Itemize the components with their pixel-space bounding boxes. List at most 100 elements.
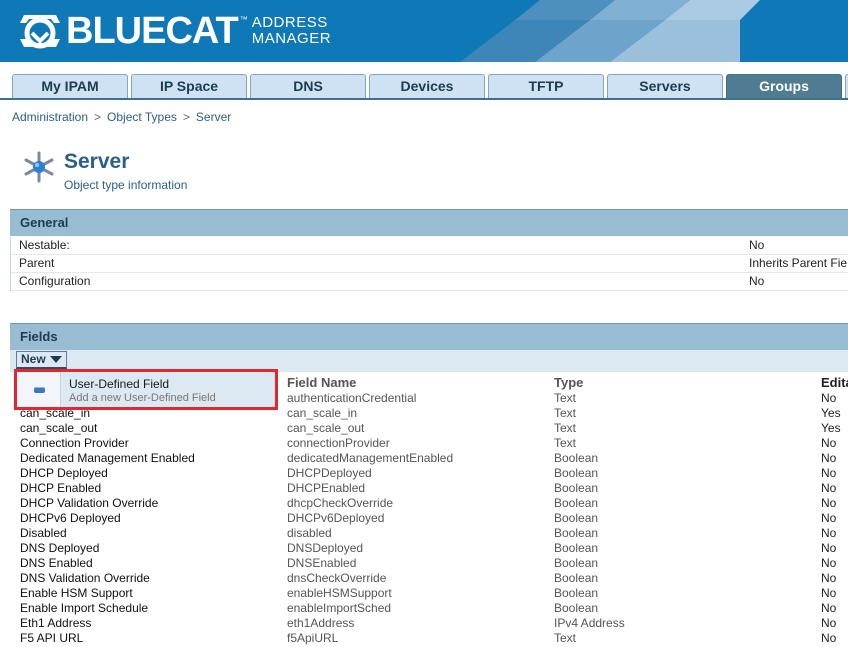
breadcrumb-server[interactable]: Server: [196, 110, 231, 124]
brand-name: BLUECAT: [66, 10, 239, 52]
table-row[interactable]: Disabled disabled Boolean No: [10, 526, 848, 541]
general-row: Nestable: No: [11, 237, 848, 255]
breadcrumb-administration[interactable]: Administration: [12, 110, 88, 124]
field-display-name: Enable Import Schedule: [20, 601, 149, 615]
field-name: can_scale_in: [287, 406, 358, 420]
general-key: Parent: [19, 256, 55, 270]
general-row: Configuration No: [11, 273, 848, 291]
field-editable: No: [821, 451, 837, 465]
menu-item-user-defined-field[interactable]: User-Defined Field Add a new User-Define…: [17, 372, 275, 407]
field-display-name: DHCPv6 Deployed: [20, 511, 121, 525]
field-display-name: Dedicated Management Enabled: [20, 451, 195, 465]
field-name: DHCPv6Deployed: [287, 511, 385, 525]
breadcrumb-separator: >: [94, 110, 102, 124]
field-type: Boolean: [554, 481, 599, 495]
table-row[interactable]: DHCP Deployed DHCPDeployed Boolean No: [10, 466, 848, 481]
field-editable: Yes: [821, 406, 841, 420]
field-display-name: Eth1 Address: [20, 616, 92, 630]
field-name: enableHSMSupport: [287, 586, 392, 600]
fields-section-header: Fields: [10, 323, 848, 350]
product-name: ADDRESS MANAGER: [252, 15, 331, 47]
field-editable: No: [821, 586, 837, 600]
column-header-type[interactable]: Type: [554, 374, 583, 391]
table-row[interactable]: DHCP Enabled DHCPEnabled Boolean No: [10, 481, 848, 496]
table-row[interactable]: Enable Import Schedule enableImportSched B…: [10, 601, 848, 616]
tab-dns[interactable]: DNS: [250, 74, 366, 98]
field-display-name: Enable HSM Support: [20, 586, 133, 600]
field-type: Boolean: [554, 541, 599, 555]
product-line2: MANAGER: [251, 30, 332, 47]
tab-underline: [0, 98, 848, 100]
general-value: No: [749, 274, 765, 288]
field-editable: No: [821, 511, 837, 525]
field-type: Text: [554, 406, 577, 420]
fields-rows: authenticationCredential Text No can_scale_…: [10, 391, 848, 646]
menu-item-description: Add a new User-Defined Field: [69, 392, 216, 404]
field-editable: No: [821, 391, 837, 405]
table-row[interactable]: Dedicated Management Enabled dedicatedMan…: [10, 451, 848, 466]
field-display-name: DHCP Validation Override: [20, 496, 159, 510]
menu-icon-cell: [17, 372, 61, 407]
field-display-name: DHCP Deployed: [20, 466, 108, 480]
field-display-name: DNS Enabled: [20, 556, 93, 570]
field-type: Boolean: [554, 586, 599, 600]
field-name: dnsCheckOverride: [287, 571, 387, 585]
bluecat-logo[interactable]: BLUECAT ™ ADDRESS MANAGER: [18, 10, 331, 52]
app-header: BLUECAT ™ ADDRESS MANAGER: [0, 0, 848, 62]
field-editable: No: [821, 631, 837, 645]
table-row[interactable]: Eth1 Address eth1Address IPv4 Address No: [10, 616, 848, 631]
new-button[interactable]: New: [16, 351, 67, 369]
table-row[interactable]: F5 API URL f5ApiURL Text No: [10, 631, 848, 646]
field-type: Text: [554, 631, 577, 645]
field-type: IPv4 Address: [554, 616, 625, 630]
table-row[interactable]: DNS Enabled DNSEnabled Boolean No: [10, 556, 848, 571]
general-row: Parent Inherits Parent Fie: [11, 255, 848, 273]
field-display-name: Disabled: [20, 526, 67, 540]
table-row[interactable]: Enable HSM Support enableHSMSupport Boolea…: [10, 586, 848, 601]
field-display-name: Connection Provider: [20, 436, 129, 450]
field-editable: No: [821, 436, 837, 450]
field-type: Text: [554, 421, 577, 435]
field-display-name: DNS Deployed: [20, 541, 100, 555]
table-row[interactable]: DNS Validation Override dnsCheckOverride B…: [10, 571, 848, 586]
field-name: DNSDeployed: [287, 541, 364, 555]
general-table: Nestable: No Parent Inherits Parent Fie …: [10, 237, 848, 291]
column-header-editable[interactable]: Edita: [821, 374, 848, 391]
menu-item-label: User-Defined Field: [69, 377, 170, 391]
field-editable: No: [821, 526, 837, 540]
general-value: Inherits Parent Fie: [749, 256, 848, 270]
page-subtitle: Object type information: [64, 178, 188, 192]
tab-my-ipam[interactable]: My IPAM: [12, 74, 128, 98]
tab-devices[interactable]: Devices: [369, 74, 485, 98]
table-row[interactable]: can_scale_out can_scale_out Text Yes: [10, 421, 848, 436]
field-name: f5ApiURL: [287, 631, 339, 645]
field-name: connectionProvider: [287, 436, 390, 450]
tab-tftp[interactable]: TFTP: [488, 74, 604, 98]
field-type: Boolean: [554, 511, 599, 525]
table-row[interactable]: Connection Provider connectionProvider Tex…: [10, 436, 848, 451]
new-button-label: New: [21, 352, 46, 366]
tab-servers[interactable]: Servers: [607, 74, 723, 98]
field-type: Boolean: [554, 526, 599, 540]
tab-ip-space[interactable]: IP Space: [131, 74, 247, 98]
table-row[interactable]: DHCPv6 Deployed DHCPv6Deployed Boolean No: [10, 511, 848, 526]
field-display-name: can_scale_out: [20, 421, 98, 435]
table-row[interactable]: DNS Deployed DNSDeployed Boolean No: [10, 541, 848, 556]
chevron-down-icon: [49, 356, 62, 364]
table-row[interactable]: DHCP Validation Override dhcpCheckOverrid…: [10, 496, 848, 511]
field-display-name: DHCP Enabled: [20, 481, 102, 495]
field-editable: No: [821, 616, 837, 630]
general-section-header: General: [10, 209, 848, 236]
field-name: authenticationCredential: [287, 391, 417, 405]
field-name: disabled: [287, 526, 332, 540]
field-display-name: F5 API URL: [20, 631, 84, 645]
general-value: No: [749, 238, 765, 252]
breadcrumb-object-types[interactable]: Object Types: [107, 110, 177, 124]
column-header-field-name[interactable]: Field Name: [287, 374, 356, 391]
field-type: Boolean: [554, 601, 599, 615]
fields-table: Field Name Type Edita authenticationCred…: [10, 374, 848, 646]
product-line1: ADDRESS: [251, 14, 328, 31]
breadcrumb-separator: >: [182, 110, 190, 124]
field-editable: No: [821, 556, 837, 570]
tab-groups[interactable]: Groups: [726, 74, 842, 98]
